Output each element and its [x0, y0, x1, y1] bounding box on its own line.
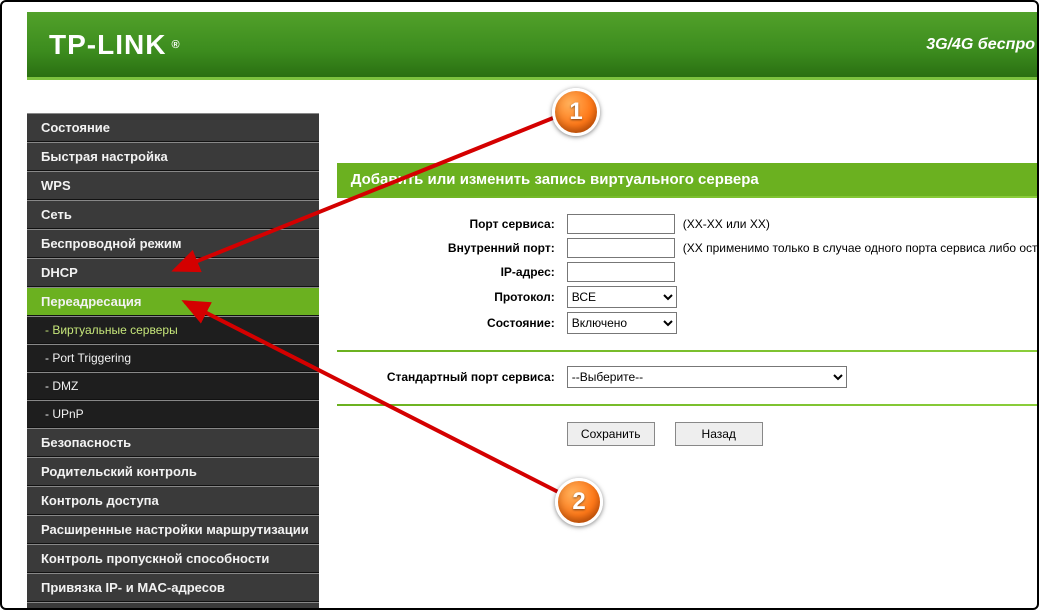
sidebar-item-wps[interactable]: WPS — [27, 171, 319, 200]
input-service-port[interactable] — [567, 214, 675, 234]
separator-2 — [337, 404, 1039, 406]
hint-internal-port: (XX применимо только в случае одного пор… — [683, 241, 1039, 255]
content-panel: Добавить или изменить запись виртуальног… — [319, 85, 1039, 598]
panel-title: Добавить или изменить запись виртуальног… — [337, 163, 1039, 196]
sidebar-item-access-control[interactable]: Контроль доступа — [27, 486, 319, 515]
sidebar-item-port-triggering[interactable]: - Port Triggering — [27, 344, 319, 372]
input-internal-port[interactable] — [567, 238, 675, 258]
sidebar-item-virtual-servers[interactable]: - Виртуальные серверы — [27, 316, 319, 344]
sidebar-item-forwarding[interactable]: Переадресация — [27, 287, 319, 316]
label-internal-port: Внутренний порт: — [337, 241, 567, 255]
sidebar: Состояние Быстрая настройка WPS Сеть Бес… — [27, 85, 319, 598]
select-state[interactable]: Включено — [567, 312, 677, 334]
main-layout: Состояние Быстрая настройка WPS Сеть Бес… — [27, 85, 1037, 598]
label-state: Состояние: — [337, 316, 567, 330]
button-row: Сохранить Назад — [567, 422, 1039, 446]
sidebar-item-ddns[interactable]: Динамический DNS — [27, 602, 319, 610]
form: Порт сервиса: (XX-XX или XX) Внутренний … — [337, 214, 1039, 334]
sidebar-item-dmz[interactable]: - DMZ — [27, 372, 319, 400]
logo: TP-LINK® — [49, 29, 181, 61]
sidebar-item-status[interactable]: Состояние — [27, 113, 319, 142]
sidebar-item-upnp[interactable]: - UPnP — [27, 400, 319, 428]
sidebar-item-ip-mac[interactable]: Привязка IP- и MAC-адресов — [27, 573, 319, 602]
sidebar-item-dhcp[interactable]: DHCP — [27, 258, 319, 287]
sidebar-item-parental[interactable]: Родительский контроль — [27, 457, 319, 486]
header: TP-LINK® 3G/4G беспро — [27, 12, 1037, 80]
select-std-port[interactable]: --Выберите-- — [567, 366, 847, 388]
label-ip: IP-адрес: — [337, 265, 567, 279]
separator — [337, 350, 1039, 352]
back-button[interactable]: Назад — [675, 422, 763, 446]
label-protocol: Протокол: — [337, 290, 567, 304]
label-service-port: Порт сервиса: — [337, 217, 567, 231]
save-button[interactable]: Сохранить — [567, 422, 655, 446]
app-frame: TP-LINK® 3G/4G беспро Состояние Быстрая … — [0, 0, 1039, 610]
sidebar-item-security[interactable]: Безопасность — [27, 428, 319, 457]
select-protocol[interactable]: ВСЕ — [567, 286, 677, 308]
hint-service-port: (XX-XX или XX) — [683, 217, 770, 231]
logo-text: TP-LINK — [49, 29, 166, 61]
sidebar-item-wireless[interactable]: Беспроводной режим — [27, 229, 319, 258]
sidebar-item-adv-routing[interactable]: Расширенные настройки маршрутизации — [27, 515, 319, 544]
input-ip[interactable] — [567, 262, 675, 282]
sidebar-item-quick-setup[interactable]: Быстрая настройка — [27, 142, 319, 171]
sidebar-item-bandwidth[interactable]: Контроль пропускной способности — [27, 544, 319, 573]
divider — [337, 196, 1039, 198]
sidebar-item-network[interactable]: Сеть — [27, 200, 319, 229]
header-title: 3G/4G беспро — [926, 36, 1035, 54]
label-std-port: Стандартный порт сервиса: — [337, 370, 567, 384]
